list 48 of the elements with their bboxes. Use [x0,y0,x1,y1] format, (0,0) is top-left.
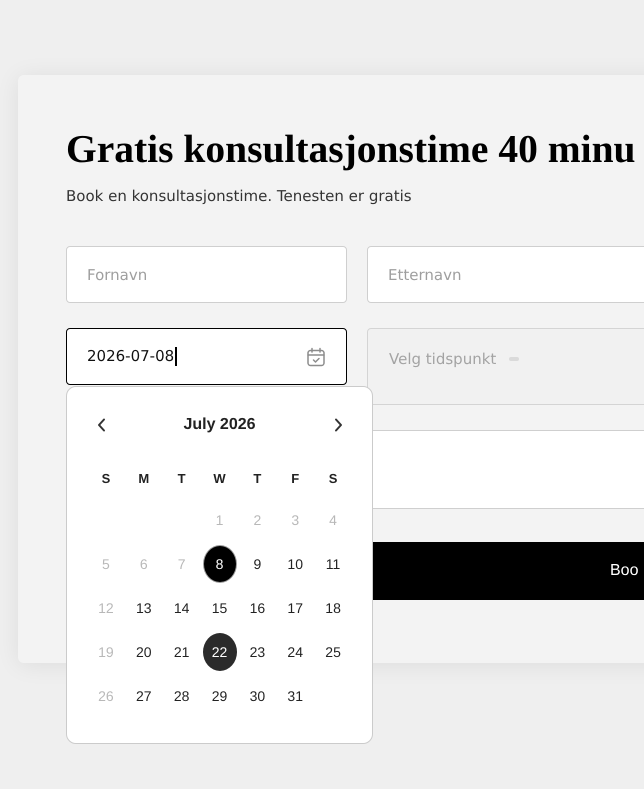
day-button[interactable]: 23 [240,633,274,671]
form-title: Gratis konsultasjonstime 40 minu [66,126,636,173]
day-button: 1 [202,501,236,539]
day-button[interactable]: 20 [126,633,161,671]
last-name-field[interactable]: Etternavn [367,246,644,303]
day-button[interactable]: 31 [278,677,312,715]
weekday-label: T [178,470,186,488]
day-button[interactable]: 10 [278,545,312,583]
day-button[interactable]: 13 [126,589,161,627]
day-button[interactable]: 16 [240,589,274,627]
day-button: 2 [240,501,274,539]
day-button[interactable]: 24 [278,633,312,671]
day-button: 6 [126,545,161,583]
first-name-field[interactable]: Fornavn [66,246,347,303]
day-button[interactable]: 17 [278,589,312,627]
day-button: 5 [88,545,123,583]
day-button[interactable]: 22 [202,633,236,671]
day-button: 4 [316,501,350,539]
weekday-label: T [253,470,262,488]
weekday-label: W [213,470,226,488]
day-button[interactable]: 28 [164,677,199,715]
day-button[interactable]: 14 [164,589,199,627]
day-button: 19 [88,633,123,671]
weekday-label: M [138,470,150,488]
day-button[interactable]: 8 [202,545,236,583]
date-field[interactable]: 2026-07-08 [66,328,347,385]
calendar-check-icon [306,346,326,366]
weekday-label: F [291,470,300,488]
day-button[interactable]: 29 [202,677,236,715]
form-subtitle: Book en konsultasjonstime. Tenesten er gratis [66,186,412,207]
day-button[interactable]: 25 [316,633,350,671]
weekday-label: S [328,470,338,488]
day-button[interactable]: 21 [164,633,199,671]
day-button: 3 [278,501,312,539]
day-button[interactable]: 27 [126,677,161,715]
day-button[interactable]: 15 [202,589,236,627]
day-button[interactable]: 11 [316,545,350,583]
day-button: 7 [164,545,199,583]
weekday-label: S [102,470,110,488]
month-label: July 2026 [183,415,256,435]
day-button[interactable]: 9 [240,545,274,583]
day-button: 26 [88,677,123,715]
text-cursor-icon [175,347,178,366]
chevron-right-icon [334,418,342,432]
day-button[interactable]: 18 [316,589,350,627]
day-button: 12 [88,589,123,627]
day-button[interactable]: 30 [240,677,274,715]
chevron-left-icon [96,418,106,432]
